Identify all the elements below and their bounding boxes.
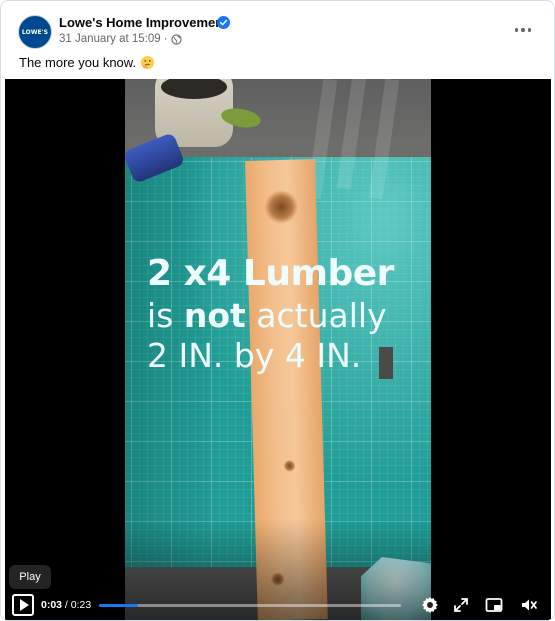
picture-in-picture-icon[interactable] (484, 595, 504, 615)
video-overlay-text: 2 x4 Lumber is not actually 2 IN. by 4 I… (147, 253, 431, 375)
video-time: 0:03 / 0:23 (41, 599, 91, 611)
more-options-button[interactable] (509, 18, 537, 42)
overlay-line-2-post: actually (245, 295, 387, 335)
post-header: LOWE'S Lowe's Home Improvement 31 Januar… (1, 1, 554, 51)
overlay-line-1: 2 x4 Lumber (147, 253, 394, 294)
overlay-line-2-pre: is (147, 295, 184, 335)
avatar-logo-text: LOWE'S (21, 28, 49, 36)
post-meta: 31 January at 15:09 · (59, 33, 182, 45)
globe-icon (170, 33, 182, 45)
progress-fill (99, 604, 139, 607)
more-dot-icon (527, 28, 532, 32)
wood-knot (263, 189, 299, 225)
post-card: LOWE'S Lowe's Home Improvement 31 Januar… (0, 0, 555, 621)
post-caption: The more you know. (19, 55, 155, 70)
play-icon (19, 599, 29, 611)
current-time: 0:03 (41, 599, 63, 611)
more-dot-icon (521, 28, 525, 32)
settings-gear-icon[interactable] (420, 595, 440, 615)
video-player[interactable]: 2 x4 Lumber is not actually 2 IN. by 4 I… (5, 79, 551, 620)
verified-badge-icon (217, 16, 230, 29)
overlay-line-2: is not actually (147, 298, 431, 334)
play-tooltip: Play (9, 565, 51, 589)
page-name-link[interactable]: Lowe's Home Improvement (59, 15, 228, 30)
progress-bar[interactable] (99, 604, 401, 607)
more-dot-icon (514, 28, 519, 32)
meta-separator: · (163, 33, 168, 45)
wood-knot (283, 459, 296, 473)
volume-muted-icon[interactable] (519, 595, 539, 615)
post-timestamp-link[interactable]: 31 January at 15:09 (59, 33, 161, 45)
caption-text: The more you know. (19, 55, 137, 70)
fullscreen-icon[interactable] (451, 595, 471, 615)
duration: 0:23 (70, 599, 92, 611)
play-button[interactable] (12, 594, 34, 616)
video-controls: 0:03 / 0:23 (5, 591, 551, 620)
thinking-face-emoji-icon (141, 55, 155, 70)
page-avatar[interactable]: LOWE'S (18, 15, 52, 49)
time-separator: / (62, 599, 71, 611)
overlay-line-3: 2 IN. by 4 IN. (147, 335, 362, 375)
overlay-line-2-bold: not (183, 295, 246, 335)
